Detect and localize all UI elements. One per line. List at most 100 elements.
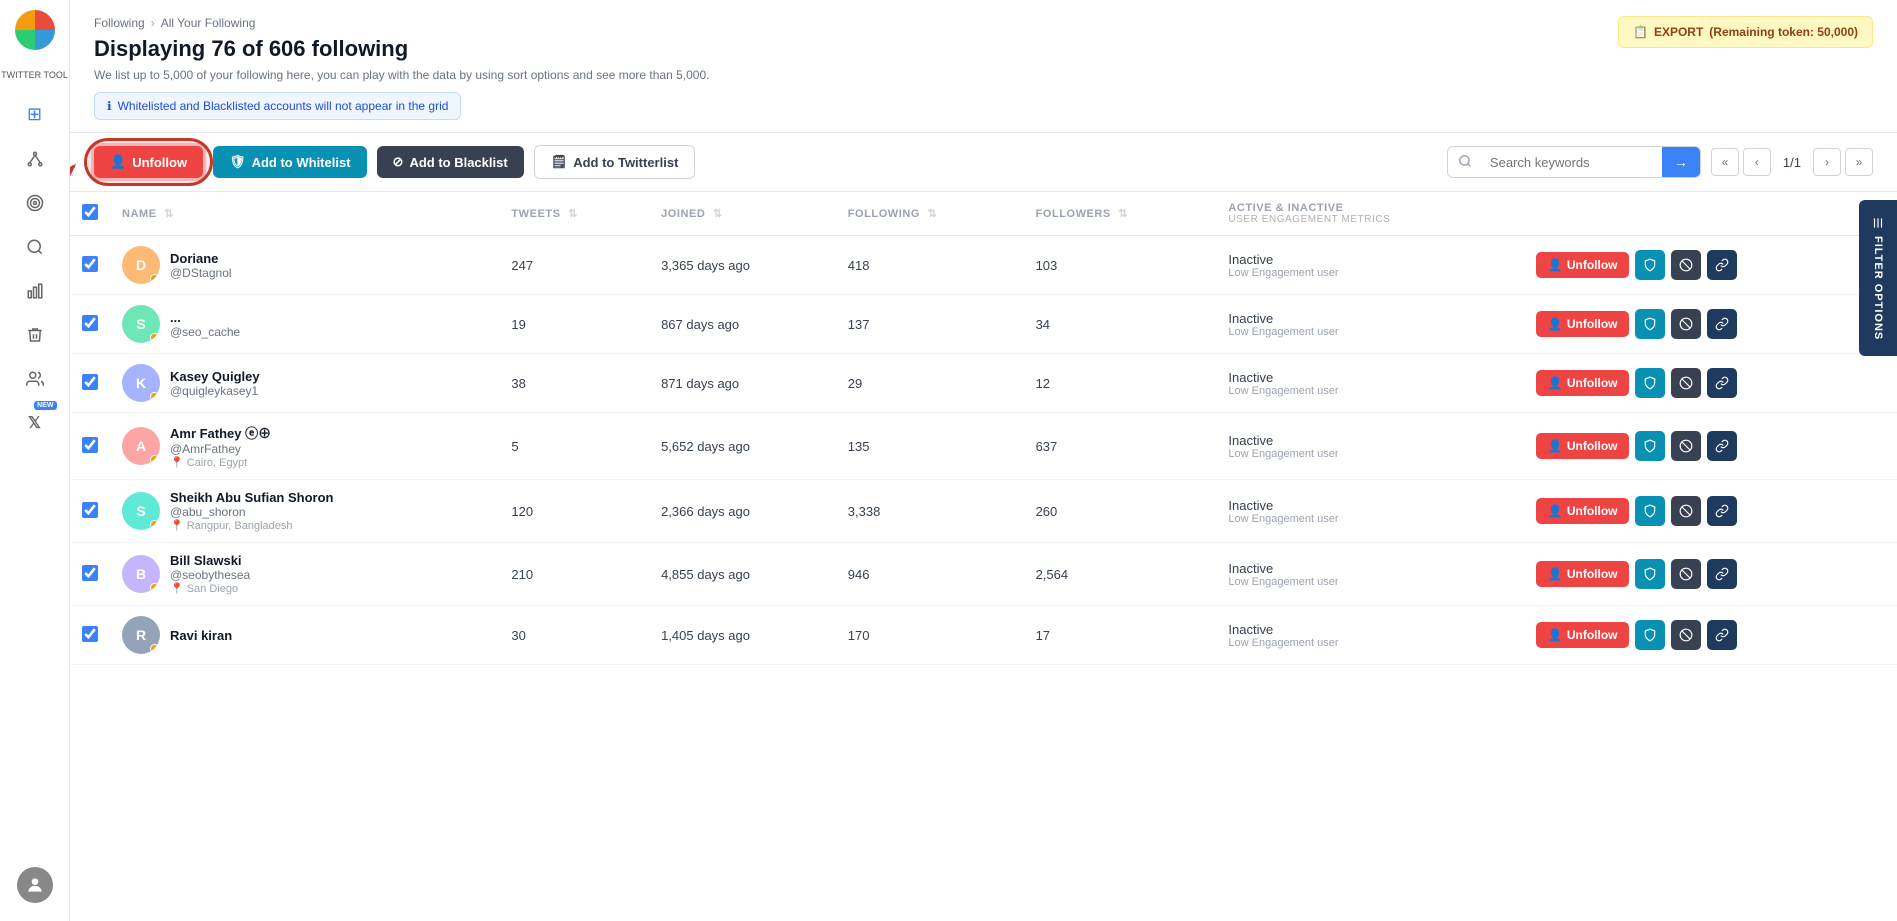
row-whitelist-button[interactable] (1635, 250, 1665, 280)
row-blacklist-button[interactable] (1671, 309, 1701, 339)
pagination-info: 1/1 (1775, 155, 1809, 170)
pagination-last[interactable]: » (1845, 148, 1873, 176)
breadcrumb: Following › All Your Following (94, 16, 1873, 30)
breadcrumb-parent[interactable]: Following (94, 16, 145, 30)
row-checkbox[interactable] (82, 374, 98, 390)
online-dot (150, 583, 159, 592)
blacklist-label: Add to Blacklist (409, 155, 507, 170)
row-status: Inactive Low Engagement user (1216, 354, 1523, 413)
row-whitelist-button[interactable] (1635, 431, 1665, 461)
row-unfollow-button[interactable]: 👤 Unfollow (1536, 622, 1630, 648)
table-row: A Amr Fathey ⓔ⊕ @AmrFathey 📍Cairo, Egypt… (70, 413, 1897, 480)
pagination-next[interactable]: › (1813, 148, 1841, 176)
sidebar-item-dashboard[interactable]: ⊞ (17, 97, 53, 133)
row-blacklist-button[interactable] (1671, 620, 1701, 650)
row-unfollow-button[interactable]: 👤 Unfollow (1536, 252, 1630, 278)
col-followers-sort[interactable]: ⇅ (1118, 208, 1128, 220)
col-status-sub: User Engagement Metrics (1228, 214, 1511, 225)
user-name: Sheikh Abu Sufian Shoron (170, 490, 333, 505)
row-link-button[interactable] (1707, 620, 1737, 650)
row-unfollow-button[interactable]: 👤 Unfollow (1536, 561, 1630, 587)
pagination-prev[interactable]: ‹ (1743, 148, 1771, 176)
search-icon (1448, 148, 1482, 177)
add-to-blacklist-button[interactable]: ⊘ Add to Blacklist (377, 146, 524, 178)
col-name: NAME ⇅ (110, 192, 499, 236)
col-following-sort[interactable]: ⇅ (928, 208, 938, 220)
col-joined-sort[interactable]: ⇅ (713, 208, 723, 220)
row-status: Inactive Low Engagement user (1216, 236, 1523, 295)
sidebar-item-analytics[interactable] (17, 273, 53, 309)
row-following: 170 (836, 606, 1024, 665)
row-whitelist-button[interactable] (1635, 496, 1665, 526)
user-avatar: S (122, 492, 160, 530)
col-status-label: ACTIVE & INACTIVE (1228, 202, 1511, 214)
row-tweets: 210 (499, 543, 649, 606)
user-handle: @abu_shoron (170, 505, 333, 519)
row-blacklist-button[interactable] (1671, 431, 1701, 461)
row-link-button[interactable] (1707, 250, 1737, 280)
search-input[interactable] (1482, 149, 1662, 176)
search-go-button[interactable]: → (1662, 147, 1700, 177)
row-checkbox[interactable] (82, 437, 98, 453)
add-to-whitelist-button[interactable]: 🛡 Add to Whitelist (213, 146, 366, 178)
sidebar-item-network[interactable] (17, 141, 53, 177)
row-whitelist-button[interactable] (1635, 368, 1665, 398)
row-checkbox[interactable] (82, 502, 98, 518)
sidebar: TWITTER TOOL ⊞ 𝕏 NEW (0, 0, 70, 921)
row-checkbox[interactable] (82, 256, 98, 272)
user-avatar[interactable] (17, 867, 53, 903)
sidebar-item-users[interactable] (17, 361, 53, 397)
row-unfollow-icon: 👤 (1548, 504, 1563, 518)
location-icon: 📍 (170, 582, 184, 595)
row-user: S Sheikh Abu Sufian Shoron @abu_shoron 📍… (110, 480, 499, 543)
row-link-button[interactable] (1707, 368, 1737, 398)
row-checkbox[interactable] (82, 565, 98, 581)
row-unfollow-icon: 👤 (1548, 439, 1563, 453)
row-joined: 4,855 days ago (649, 543, 836, 606)
status-sub: Low Engagement user (1228, 326, 1511, 338)
row-blacklist-button[interactable] (1671, 559, 1701, 589)
user-handle: @AmrFathey (170, 442, 271, 456)
row-unfollow-button[interactable]: 👤 Unfollow (1536, 370, 1630, 396)
row-blacklist-button[interactable] (1671, 250, 1701, 280)
row-link-button[interactable] (1707, 559, 1737, 589)
row-checkbox[interactable] (82, 315, 98, 331)
sidebar-item-search[interactable] (17, 229, 53, 265)
row-tweets: 30 (499, 606, 649, 665)
row-link-button[interactable] (1707, 496, 1737, 526)
row-whitelist-button[interactable] (1635, 559, 1665, 589)
select-all-checkbox[interactable] (82, 204, 98, 220)
status-label: Inactive (1228, 433, 1511, 448)
row-checkbox-cell (70, 413, 110, 480)
col-name-sort[interactable]: ⇅ (164, 208, 174, 220)
sidebar-item-x[interactable]: 𝕏 NEW (17, 405, 53, 441)
row-unfollow-button[interactable]: 👤 Unfollow (1536, 433, 1630, 459)
location-icon: 📍 (170, 519, 184, 532)
row-blacklist-button[interactable] (1671, 496, 1701, 526)
row-checkbox[interactable] (82, 626, 98, 642)
row-unfollow-button[interactable]: 👤 Unfollow (1536, 311, 1630, 337)
row-link-button[interactable] (1707, 309, 1737, 339)
row-whitelist-button[interactable] (1635, 620, 1665, 650)
export-icon: 📋 (1633, 25, 1648, 39)
col-tweets-sort[interactable]: ⇅ (568, 208, 578, 220)
breadcrumb-current: All Your Following (161, 16, 256, 30)
sidebar-item-target[interactable] (17, 185, 53, 221)
table-row: R Ravi kiran 30 1,405 days ago 170 17 In… (70, 606, 1897, 665)
row-unfollow-button[interactable]: 👤 Unfollow (1536, 498, 1630, 524)
sidebar-item-trash[interactable] (17, 317, 53, 353)
search-container: → (1447, 146, 1701, 178)
user-name: ... (170, 310, 240, 325)
unfollow-button[interactable]: 👤 Unfollow (94, 146, 203, 178)
export-button[interactable]: 📋 EXPORT (Remaining token: 50,000) (1618, 16, 1873, 48)
row-link-button[interactable] (1707, 431, 1737, 461)
col-name-label: NAME (122, 208, 157, 220)
user-avatar: R (122, 616, 160, 654)
page-header: Following › All Your Following Displayin… (70, 0, 1897, 133)
add-to-twitterlist-button[interactable]: 🗒 Add to Twitterlist (534, 145, 696, 179)
filter-options-panel[interactable]: FILTER OPTIONS (1859, 200, 1897, 356)
row-blacklist-button[interactable] (1671, 368, 1701, 398)
pagination-first[interactable]: « (1711, 148, 1739, 176)
col-joined: JOINED ⇅ (649, 192, 836, 236)
row-whitelist-button[interactable] (1635, 309, 1665, 339)
